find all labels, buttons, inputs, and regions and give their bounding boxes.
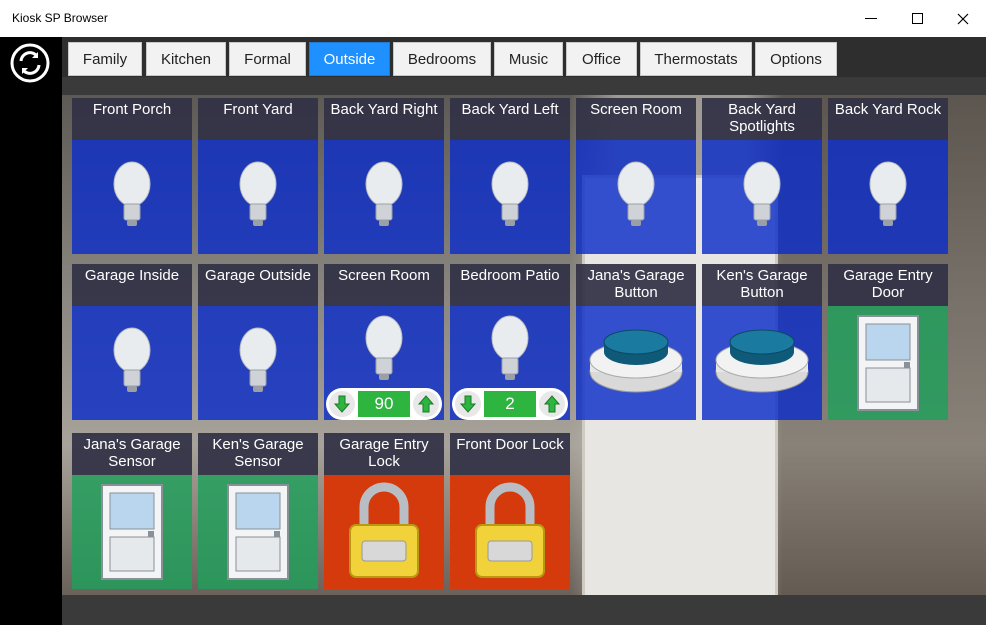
decrease-button[interactable] [455,391,481,417]
tab-options[interactable]: Options [755,42,837,76]
increase-button[interactable] [539,391,565,417]
tab-bedrooms[interactable]: Bedrooms [393,42,491,76]
tile-garage-inside[interactable]: Garage Inside [72,264,192,420]
tab-music[interactable]: Music [494,42,563,76]
light-bulb-icon [617,161,655,226]
decrease-button[interactable] [329,391,355,417]
tile-garage-entry-lock[interactable]: Garage Entry Lock [324,433,444,589]
door-icon [857,315,919,411]
padlock-icon [349,482,419,578]
tile-label: Ken's Garage Sensor [198,433,318,475]
light-bulb-icon [365,161,403,226]
tab-divider [62,77,986,95]
dimmer-stepper: 2 [452,388,568,420]
dimmer-level: 90 [358,391,410,417]
tile-label: Ken's Garage Button [702,264,822,306]
tile-screen-room[interactable]: Screen Room [576,98,696,254]
window-title: Kiosk SP Browser [12,11,108,25]
tile-label: Jana's Garage Button [576,264,696,306]
tile-bedroom-patio[interactable]: Bedroom Patio 2 [450,264,570,420]
light-bulb-icon [113,327,151,392]
dimmer-stepper: 90 [326,388,442,420]
tab-bar: Family Kitchen Formal Outside Bedrooms M… [62,37,986,77]
tab-formal[interactable]: Formal [229,42,306,76]
tile-front-porch[interactable]: Front Porch [72,98,192,254]
tile-label: Back Yard Spotlights [702,98,822,140]
side-bar [0,37,62,625]
close-button[interactable] [940,0,986,37]
tile-label: Back Yard Rock [828,98,948,140]
tile-janas-garage-sensor[interactable]: Jana's Garage Sensor [72,433,192,589]
arrow-up-icon [417,395,435,413]
door-icon [227,484,289,580]
light-bulb-icon [491,161,529,226]
tile-back-yard-rock[interactable]: Back Yard Rock [828,98,948,254]
light-bulb-icon [869,161,907,226]
arrow-up-icon [543,395,561,413]
minimize-button[interactable] [848,0,894,37]
tile-back-yard-left[interactable]: Back Yard Left [450,98,570,254]
tile-kens-garage-button[interactable]: Ken's Garage Button [702,264,822,420]
tile-kens-garage-sensor[interactable]: Ken's Garage Sensor [198,433,318,589]
push-button-icon [589,329,683,393]
refresh-icon[interactable] [9,42,51,84]
dimmer-level: 2 [484,391,536,417]
tile-front-yard[interactable]: Front Yard [198,98,318,254]
tab-thermostats[interactable]: Thermostats [640,42,752,76]
padlock-icon [475,482,545,578]
tile-label: Front Door Lock [450,433,570,475]
title-bar: Kiosk SP Browser [0,0,986,38]
light-bulb-icon [239,327,277,392]
tile-label: Back Yard Right [324,98,444,140]
increase-button[interactable] [413,391,439,417]
tile-back-yard-spotlights[interactable]: Back Yard Spotlights [702,98,822,254]
tab-kitchen[interactable]: Kitchen [146,42,226,76]
tile-label: Front Yard [198,98,318,140]
tile-front-door-lock[interactable]: Front Door Lock [450,433,570,589]
tile-label: Screen Room [576,98,696,140]
tile-garage-entry-door[interactable]: Garage Entry Door [828,264,948,420]
door-icon [101,484,163,580]
light-bulb-icon [365,315,403,380]
arrow-down-icon [459,395,477,413]
push-button-icon [715,329,809,393]
tile-label: Jana's Garage Sensor [72,433,192,475]
tile-label: Back Yard Left [450,98,570,140]
arrow-down-icon [333,395,351,413]
tile-label: Garage Inside [72,264,192,306]
tile-garage-outside[interactable]: Garage Outside [198,264,318,420]
light-bulb-icon [239,161,277,226]
tab-office[interactable]: Office [566,42,637,76]
bottom-bar [62,595,986,625]
tile-label: Garage Outside [198,264,318,306]
tile-label: Garage Entry Lock [324,433,444,475]
tab-outside[interactable]: Outside [309,42,390,76]
tile-label: Front Porch [72,98,192,140]
tab-family[interactable]: Family [68,42,142,76]
tile-janas-garage-button[interactable]: Jana's Garage Button [576,264,696,420]
tile-label: Garage Entry Door [828,264,948,306]
tile-label: Bedroom Patio [450,264,570,306]
light-bulb-icon [743,161,781,226]
light-bulb-icon [113,161,151,226]
main-content: Family Kitchen Formal Outside Bedrooms M… [62,37,986,625]
tile-back-yard-right[interactable]: Back Yard Right [324,98,444,254]
maximize-button[interactable] [894,0,940,37]
tile-label: Screen Room [324,264,444,306]
tile-screen-room-dimmer[interactable]: Screen Room 90 [324,264,444,420]
light-bulb-icon [491,315,529,380]
